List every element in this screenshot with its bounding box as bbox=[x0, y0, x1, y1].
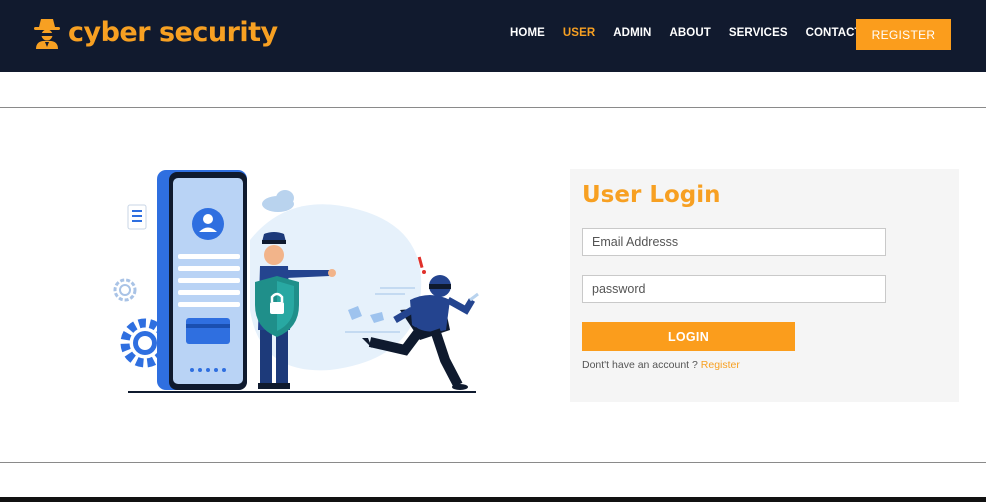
register-link[interactable]: Register bbox=[701, 359, 740, 371]
spy-agent-icon bbox=[34, 19, 60, 49]
security-illustration bbox=[113, 170, 479, 393]
nav-services[interactable]: SERVICES bbox=[729, 26, 788, 40]
nav-user[interactable]: USER bbox=[563, 26, 595, 40]
divider-bottom bbox=[0, 462, 986, 463]
signup-prompt: Dont't have an account ? Register bbox=[582, 358, 740, 372]
email-field[interactable] bbox=[582, 228, 886, 256]
login-title: User Login bbox=[582, 182, 721, 208]
signup-prompt-text: Dont't have an account ? bbox=[582, 359, 698, 371]
nav-home[interactable]: HOME bbox=[510, 26, 545, 40]
smartphone-illustration bbox=[157, 170, 247, 390]
nav-about[interactable]: ABOUT bbox=[669, 26, 710, 40]
register-button[interactable]: REGISTER bbox=[856, 19, 951, 50]
main-nav: HOME USER ADMIN ABOUT SERVICES CONTACT bbox=[510, 26, 880, 40]
brand-name: cyber security bbox=[68, 17, 278, 48]
nav-admin[interactable]: ADMIN bbox=[613, 26, 651, 40]
divider-top bbox=[0, 107, 986, 108]
login-panel: User Login LOGIN Dont't have an account … bbox=[570, 169, 959, 402]
cloud-icon bbox=[262, 190, 294, 212]
brand-logo-link[interactable]: cyber security bbox=[32, 16, 278, 50]
document-icon bbox=[127, 204, 147, 230]
footer-strip bbox=[0, 497, 986, 502]
nav-contact[interactable]: CONTACT bbox=[806, 26, 862, 40]
gear-outline-icon bbox=[113, 278, 137, 302]
password-field[interactable] bbox=[582, 275, 886, 303]
login-button[interactable]: LOGIN bbox=[582, 322, 795, 351]
navbar: cyber security HOME USER ADMIN ABOUT SER… bbox=[0, 0, 986, 72]
